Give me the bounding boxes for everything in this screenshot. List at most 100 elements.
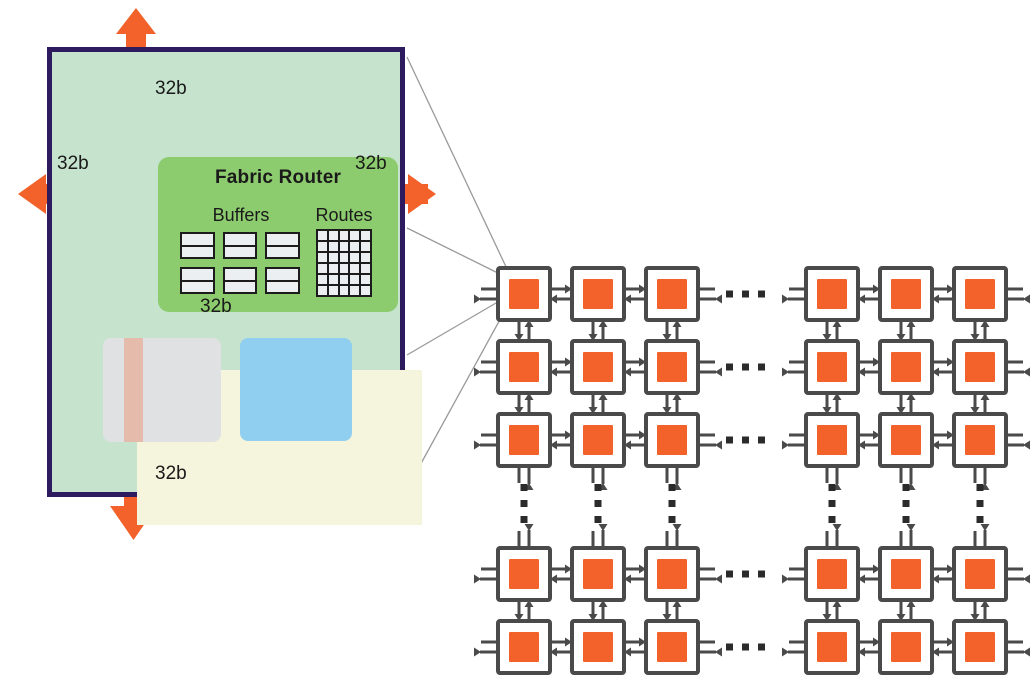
ellipsis-dot-vertical bbox=[668, 516, 676, 523]
ellipsis-dot-horizontal bbox=[742, 570, 749, 578]
mesh-node bbox=[496, 619, 552, 675]
mesh-node-core bbox=[583, 425, 613, 455]
mesh-node bbox=[570, 266, 626, 322]
mesh-link-horizontal bbox=[858, 357, 880, 377]
mesh-node bbox=[952, 546, 1008, 602]
ellipsis-dot-vertical bbox=[668, 484, 676, 491]
ellipsis-dot-vertical bbox=[902, 516, 910, 523]
mesh-node bbox=[878, 339, 934, 395]
mesh-node-core bbox=[657, 352, 687, 382]
mesh-node bbox=[570, 412, 626, 468]
mesh-node bbox=[570, 339, 626, 395]
ellipsis-dot-vertical bbox=[594, 516, 602, 523]
ellipsis-dot-horizontal bbox=[758, 436, 765, 444]
mesh-node-core bbox=[817, 425, 847, 455]
ellipsis-dot-vertical bbox=[594, 500, 602, 507]
ellipsis-dot-vertical bbox=[520, 484, 528, 491]
ellipsis-dot-vertical bbox=[594, 484, 602, 491]
mesh-node-core bbox=[891, 352, 921, 382]
mesh-node bbox=[644, 412, 700, 468]
mesh-node bbox=[804, 412, 860, 468]
mesh-node-core bbox=[891, 425, 921, 455]
mesh-node-core bbox=[583, 279, 613, 309]
mesh-node bbox=[644, 339, 700, 395]
ellipsis-dot-horizontal bbox=[758, 643, 765, 651]
mesh-node-core bbox=[965, 632, 995, 662]
mesh-node bbox=[570, 619, 626, 675]
mesh-node bbox=[570, 546, 626, 602]
mesh-node-core bbox=[817, 352, 847, 382]
ellipsis-dot-horizontal bbox=[742, 643, 749, 651]
mesh-node bbox=[804, 619, 860, 675]
mesh-node bbox=[496, 266, 552, 322]
mesh-node-core bbox=[509, 279, 539, 309]
mesh-link-vertical bbox=[588, 320, 608, 341]
mesh-link-horizontal bbox=[550, 284, 572, 304]
ellipsis-dot-vertical bbox=[668, 500, 676, 507]
mesh-node bbox=[496, 339, 552, 395]
mesh-node bbox=[644, 619, 700, 675]
mesh-node-core bbox=[583, 632, 613, 662]
mesh-link-horizontal bbox=[550, 564, 572, 584]
mesh-link-vertical bbox=[662, 393, 682, 414]
mesh-node-core bbox=[817, 632, 847, 662]
ellipsis-dot-horizontal bbox=[726, 643, 733, 651]
mesh-link-vertical bbox=[514, 600, 534, 621]
ellipsis-dot-vertical bbox=[976, 500, 984, 507]
ellipsis-dot-vertical bbox=[828, 516, 836, 523]
mesh-link-horizontal bbox=[550, 637, 572, 657]
mesh-node bbox=[952, 412, 1008, 468]
mesh-link-horizontal bbox=[858, 637, 880, 657]
mesh-link-horizontal bbox=[624, 284, 646, 304]
mesh-node bbox=[952, 339, 1008, 395]
mesh-node bbox=[644, 546, 700, 602]
mesh-node bbox=[804, 339, 860, 395]
mesh-node-core bbox=[657, 632, 687, 662]
mesh-link-horizontal bbox=[932, 284, 954, 304]
mesh-node-core bbox=[583, 352, 613, 382]
mesh-node bbox=[952, 266, 1008, 322]
mesh-node-core bbox=[965, 279, 995, 309]
mesh-node bbox=[496, 546, 552, 602]
mesh-node-core bbox=[891, 632, 921, 662]
ellipsis-dot-horizontal bbox=[726, 570, 733, 578]
mesh-link-horizontal bbox=[624, 357, 646, 377]
mesh-node-core bbox=[891, 559, 921, 589]
ellipsis-dot-vertical bbox=[520, 500, 528, 507]
mesh-link-vertical bbox=[970, 600, 990, 621]
ellipsis-dot-horizontal bbox=[742, 363, 749, 371]
mesh-link-horizontal bbox=[932, 564, 954, 584]
mesh-link-vertical bbox=[822, 393, 842, 414]
mesh-node-core bbox=[657, 559, 687, 589]
mesh-node-core bbox=[509, 559, 539, 589]
mesh-node bbox=[878, 412, 934, 468]
ellipsis-dot-vertical bbox=[976, 484, 984, 491]
ellipsis-dot-vertical bbox=[902, 500, 910, 507]
ellipsis-dot-horizontal bbox=[742, 290, 749, 298]
mesh-node-core bbox=[891, 279, 921, 309]
mesh-link-horizontal bbox=[858, 564, 880, 584]
ellipsis-dot-vertical bbox=[828, 484, 836, 491]
ellipsis-dot-horizontal bbox=[726, 290, 733, 298]
mesh-link-vertical bbox=[662, 320, 682, 341]
ellipsis-dot-vertical bbox=[902, 484, 910, 491]
mesh-link-vertical bbox=[970, 393, 990, 414]
mesh-node bbox=[878, 266, 934, 322]
mesh-link-vertical bbox=[822, 600, 842, 621]
mesh-node bbox=[804, 546, 860, 602]
mesh-link-vertical bbox=[822, 320, 842, 341]
mesh-node-core bbox=[817, 559, 847, 589]
mesh-node bbox=[878, 546, 934, 602]
diagram-canvas: Fabric Router Buffers Routes 32b 32b 32b… bbox=[0, 0, 1032, 696]
mesh-link-vertical bbox=[896, 320, 916, 341]
mesh-node bbox=[804, 266, 860, 322]
ellipsis-dot-vertical bbox=[828, 500, 836, 507]
ellipsis-dot-vertical bbox=[976, 516, 984, 523]
mesh-node-core bbox=[583, 559, 613, 589]
mesh-link-vertical bbox=[896, 600, 916, 621]
mesh-link-vertical bbox=[896, 393, 916, 414]
mesh-link-vertical bbox=[588, 600, 608, 621]
ellipsis-dot-horizontal bbox=[758, 290, 765, 298]
mesh-node-core bbox=[657, 425, 687, 455]
mesh-link-vertical bbox=[970, 320, 990, 341]
